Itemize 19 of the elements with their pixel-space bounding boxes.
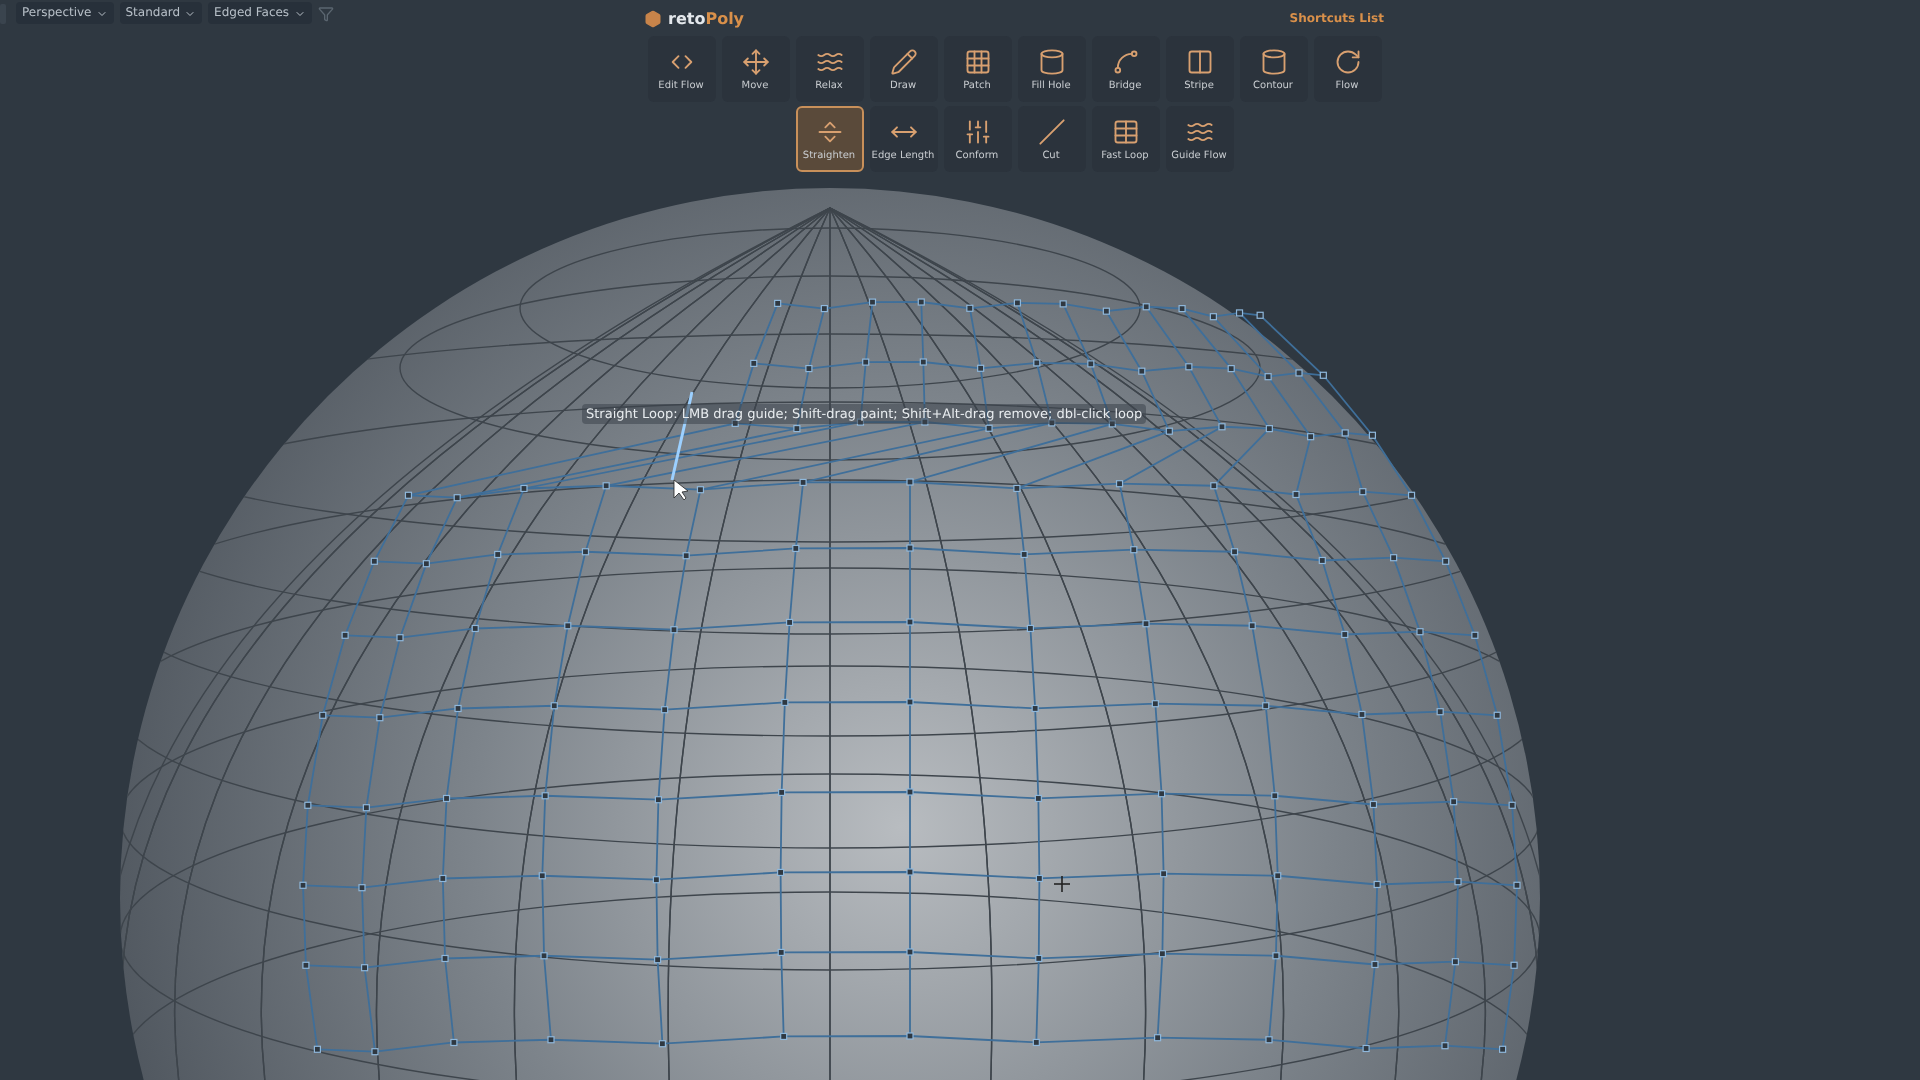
logo-icon bbox=[644, 9, 662, 27]
caret-icon bbox=[293, 7, 306, 19]
sliders-icon bbox=[963, 117, 991, 145]
brand-name: retoPoly bbox=[668, 9, 745, 27]
waves-icon bbox=[1185, 117, 1213, 145]
rotate-icon bbox=[1333, 47, 1361, 75]
cursor-icon bbox=[673, 479, 689, 501]
move-icon bbox=[741, 47, 769, 75]
caret-icon bbox=[184, 7, 197, 19]
crosshair-icon bbox=[1053, 875, 1071, 893]
columns-icon bbox=[1185, 47, 1213, 75]
cylinder-icon bbox=[1259, 47, 1287, 75]
pencil-icon bbox=[889, 47, 917, 75]
grid-icon bbox=[963, 47, 991, 75]
waves-icon bbox=[815, 47, 843, 75]
filter-icon[interactable] bbox=[317, 5, 334, 21]
cylinder-icon bbox=[1037, 47, 1065, 75]
table-icon bbox=[1111, 117, 1139, 145]
caret-icon bbox=[95, 7, 108, 19]
